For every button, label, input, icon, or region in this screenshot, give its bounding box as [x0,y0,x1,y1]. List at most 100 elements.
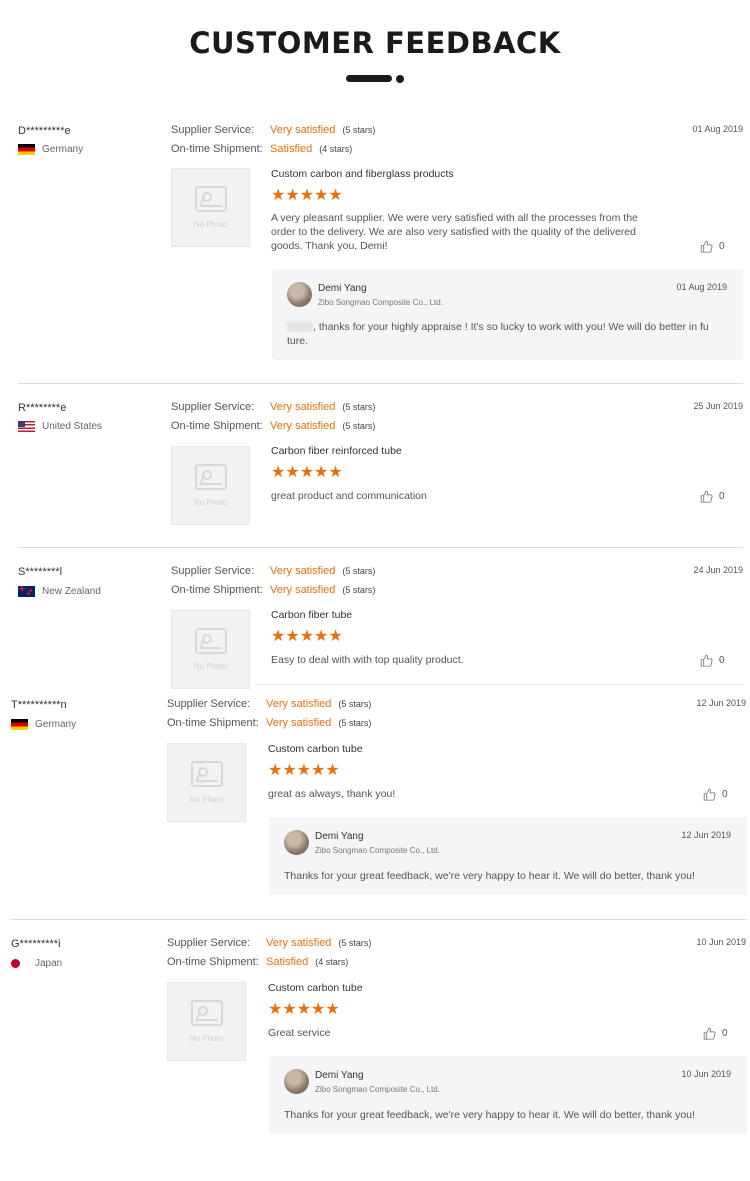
buyer-name: T**********n [11,699,67,711]
buyer-name: G*********i [11,938,61,950]
supplier-service-stars: (5 stars) [338,699,372,709]
ontime-shipment-stars: (4 stars) [319,144,353,154]
like-button[interactable]: 0 [700,654,725,667]
reply-text: , thanks for your highly appraise ! It's… [287,320,732,348]
supplier-service-label: Supplier Service: [167,937,251,949]
like-count: 0 [719,241,725,252]
image-placeholder-icon [190,1000,223,1026]
like-count: 0 [722,789,728,800]
ontime-shipment-rating: On-time Shipment: Satisfied (4 stars) [171,143,352,155]
review-comment: great as always, thank you! [268,788,396,800]
product-photo-placeholder[interactable]: No Photo [171,610,250,689]
star-rating: ★★★★★ [271,187,343,204]
ontime-shipment-stars: (4 stars) [315,957,349,967]
ontime-shipment-value: Satisfied [270,143,313,155]
reply-text-content: , thanks for your highly appraise ! It's… [287,321,709,347]
buyer-country: Germany [18,144,83,155]
ontime-shipment-label: On-time Shipment: [171,143,263,155]
country-name: New Zealand [42,586,101,597]
supplier-service-value: Very satisfied [266,937,332,949]
title-underline-dot [396,75,404,83]
supplier-service-rating: Supplier Service: Very satisfied (5 star… [171,401,375,413]
buyer-country: Japan [11,958,62,969]
review-comment: A very pleasant supplier. We were very s… [271,212,638,252]
product-name[interactable]: Custom carbon tube [268,982,363,994]
avatar [284,1069,309,1094]
supplier-service-rating: Supplier Service: Very satisfied (5 star… [167,937,371,949]
country-name: United States [42,421,103,432]
supplier-service-stars: (5 stars) [342,402,376,412]
supplier-service-value: Very satisfied [270,124,336,136]
review-comment: Great service [268,1027,331,1039]
reply-company: Zibo Songmao Composite Co., Ltd. [315,846,440,855]
like-count: 0 [719,491,725,502]
thumbs-up-icon [703,1027,716,1040]
star-rating: ★★★★★ [271,628,343,645]
product-photo-placeholder[interactable]: No Photo [167,982,246,1061]
product-photo-placeholder[interactable]: No Photo [171,168,250,247]
product-name[interactable]: Carbon fiber reinforced tube [271,445,402,457]
review-date: 01 Aug 2019 [692,124,743,134]
thumbs-up-icon [703,788,716,801]
review-divider [255,684,743,685]
no-photo-text: No Photo [193,220,228,229]
ontime-shipment-stars: (5 stars) [342,585,376,595]
like-button[interactable]: 0 [700,490,725,503]
buyer-name: S********l [18,566,63,578]
reply-company: Zibo Songmao Composite Co., Ltd. [318,298,443,307]
country-name: Japan [35,958,63,969]
thumbs-up-icon [700,240,713,253]
thumbs-up-icon [700,654,713,667]
review-date: 12 Jun 2019 [696,698,746,708]
ontime-shipment-value: Very satisfied [266,717,332,729]
no-photo-text: No Photo [193,662,228,671]
like-button[interactable]: 0 [700,240,725,253]
reply-company: Zibo Songmao Composite Co., Ltd. [315,1085,440,1094]
no-photo-text: No Photo [189,1034,224,1043]
product-name[interactable]: Custom carbon tube [268,743,363,755]
supplier-reply: Demi Yang Zibo Songmao Composite Co., Lt… [269,817,747,895]
review-date: 25 Jun 2019 [693,401,743,411]
ontime-shipment-rating: On-time Shipment: Very satisfied (5 star… [171,584,375,596]
supplier-service-rating: Supplier Service: Very satisfied (5 star… [171,124,375,136]
like-count: 0 [722,1028,728,1039]
reply-author-name: Demi Yang [318,283,367,294]
supplier-service-value: Very satisfied [270,565,336,577]
avatar [287,282,312,307]
supplier-service-label: Supplier Service: [171,401,255,413]
ontime-shipment-label: On-time Shipment: [171,584,263,596]
title-underline-bar [346,75,392,82]
image-placeholder-icon [194,464,227,490]
like-button[interactable]: 0 [703,788,728,801]
avatar [284,830,309,855]
redacted-name [287,322,313,333]
supplier-service-rating: Supplier Service: Very satisfied (5 star… [167,698,371,710]
star-rating: ★★★★★ [271,464,343,481]
supplier-service-label: Supplier Service: [171,124,255,136]
image-placeholder-icon [194,628,227,654]
buyer-country: New Zealand [18,586,101,597]
supplier-service-stars: (5 stars) [342,566,376,576]
product-name[interactable]: Custom carbon and fiberglass products [271,168,454,180]
like-button[interactable]: 0 [703,1027,728,1040]
buyer-country: Germany [11,719,76,730]
no-photo-text: No Photo [189,795,224,804]
reply-text: Thanks for your great feedback, we're ve… [284,870,695,882]
product-photo-placeholder[interactable]: No Photo [171,446,250,525]
ontime-shipment-value: Very satisfied [270,584,336,596]
ontime-shipment-stars: (5 stars) [342,421,376,431]
review-date: 10 Jun 2019 [696,937,746,947]
ontime-shipment-rating: On-time Shipment: Very satisfied (5 star… [167,717,371,729]
ontime-shipment-rating: On-time Shipment: Satisfied (4 stars) [167,956,348,968]
star-rating: ★★★★★ [268,1001,340,1018]
product-photo-placeholder[interactable]: No Photo [167,743,246,822]
page-title: CUSTOMER FEEDBACK [189,26,561,60]
buyer-name: R********e [18,402,67,414]
reply-date: 10 Jun 2019 [681,1069,731,1079]
supplier-reply: Demi Yang Zibo Songmao Composite Co., Lt… [269,1056,747,1134]
ontime-shipment-rating: On-time Shipment: Very satisfied (5 star… [171,420,375,432]
germany-flag-icon [18,144,35,155]
product-name[interactable]: Carbon fiber tube [271,609,352,621]
star-rating: ★★★★★ [268,762,340,779]
supplier-service-label: Supplier Service: [171,565,255,577]
